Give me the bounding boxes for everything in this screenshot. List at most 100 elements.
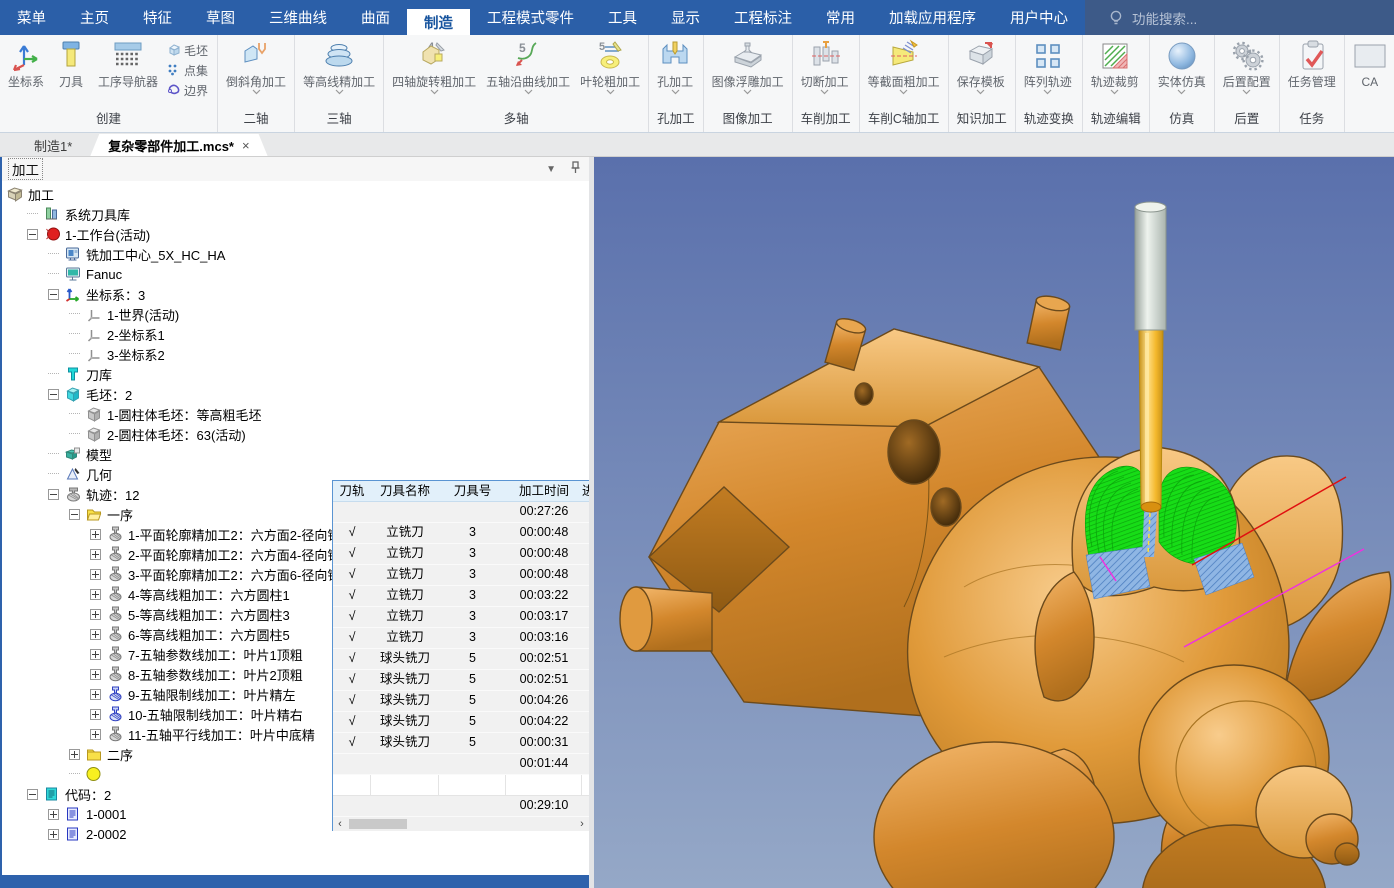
tree-item-3-坐标系2[interactable]: 3-坐标系2 xyxy=(0,344,589,364)
collapse-icon[interactable] xyxy=(48,488,59,500)
ribbon-button-后置配置[interactable]: 后置配置 xyxy=(1218,38,1276,97)
table-row-4[interactable]: √ 立铣刀 3 00:00:48 xyxy=(333,565,589,586)
table-row-1[interactable]: 00:27:26 xyxy=(333,502,589,523)
expand-icon[interactable] xyxy=(90,608,101,620)
menu-item-9[interactable]: 工具 xyxy=(591,0,654,35)
column-header-刀具名称[interactable]: 刀具名称 xyxy=(371,481,439,501)
menu-item-3[interactable]: 特征 xyxy=(126,0,189,35)
chevron-down-icon[interactable] xyxy=(1177,89,1186,96)
document-tab-1[interactable]: 制造1* xyxy=(16,134,90,156)
menu-item-1[interactable]: 菜单 xyxy=(0,0,63,35)
close-icon[interactable]: × xyxy=(242,138,250,153)
ribbon-button-坐标系[interactable]: 坐标系 xyxy=(3,38,49,97)
chevron-down-icon[interactable] xyxy=(252,89,261,96)
menu-item-5[interactable]: 三维曲线 xyxy=(252,0,344,35)
chevron-down-icon[interactable] xyxy=(1242,89,1251,96)
expand-icon[interactable] xyxy=(90,668,101,680)
table-row-5[interactable]: √ 立铣刀 3 00:03:22 xyxy=(333,586,589,607)
tree-item-2-圆柱体毛坯：63(活动)[interactable]: 2-圆柱体毛坯：63(活动) xyxy=(0,424,589,444)
scroll-right-icon[interactable]: › xyxy=(575,817,589,831)
menu-item-11[interactable]: 工程标注 xyxy=(717,0,809,35)
expand-icon[interactable] xyxy=(90,648,101,660)
table-row-2[interactable]: √ 立铣刀 3 00:00:48 xyxy=(333,523,589,544)
chevron-down-icon[interactable] xyxy=(335,89,344,96)
table-row-8[interactable]: √ 球头铣刀 5 00:02:51 xyxy=(333,649,589,670)
collapse-icon[interactable] xyxy=(27,788,38,800)
expand-icon[interactable] xyxy=(48,808,59,820)
function-search[interactable]: 功能搜索... xyxy=(1085,0,1394,35)
table-row-10[interactable]: √ 球头铣刀 5 00:04:26 xyxy=(333,691,589,712)
table-row-15[interactable]: 00:29:10 xyxy=(333,796,589,817)
tree-item-铣加工中心_5X_HC_HA[interactable]: 铣加工中心_5X_HC_HA xyxy=(0,244,589,264)
scroll-left-icon[interactable]: ‹ xyxy=(333,817,347,831)
ribbon-button-四轴旋转粗加工[interactable]: 4四轴旋转粗加工 xyxy=(387,38,481,97)
chevron-down-icon[interactable] xyxy=(671,89,680,96)
tree-item-1-世界(活动)[interactable]: 1-世界(活动) xyxy=(0,304,589,324)
ribbon-button-倒斜角加工[interactable]: 倒斜角加工 xyxy=(221,38,291,97)
expand-icon[interactable] xyxy=(90,728,101,740)
chevron-down-icon[interactable] xyxy=(524,89,533,96)
scrollbar-thumb[interactable] xyxy=(349,819,407,829)
ribbon-button-图像浮雕加工[interactable]: 图像浮雕加工 xyxy=(707,38,789,97)
tree-item-1-圆柱体毛坯：等高粗毛坯[interactable]: 1-圆柱体毛坯：等高粗毛坯 xyxy=(0,404,589,424)
dropdown-arrow-icon[interactable]: ▼ xyxy=(546,164,556,175)
expand-icon[interactable] xyxy=(90,528,101,540)
menu-item-4[interactable]: 草图 xyxy=(189,0,252,35)
table-row-7[interactable]: √ 立铣刀 3 00:03:16 xyxy=(333,628,589,649)
table-row-12[interactable]: √ 球头铣刀 5 00:00:31 xyxy=(333,733,589,754)
table-row-13[interactable]: 00:01:44 xyxy=(333,754,589,775)
chevron-down-icon[interactable] xyxy=(820,89,829,96)
pin-icon[interactable] xyxy=(570,161,581,177)
menu-item-14[interactable]: 用户中心 xyxy=(993,0,1085,35)
menu-item-6[interactable]: 曲面 xyxy=(344,0,407,35)
expand-icon[interactable] xyxy=(90,548,101,560)
expand-icon[interactable] xyxy=(90,708,101,720)
ribbon-small-button-点集[interactable]: 点集 xyxy=(167,62,208,79)
ribbon-button-五轴沿曲线加工[interactable]: 5 五轴沿曲线加工 xyxy=(481,38,575,97)
expand-icon[interactable] xyxy=(48,828,59,840)
ribbon-button-CA[interactable]: CA xyxy=(1348,38,1392,97)
ribbon-button-任务管理[interactable]: 任务管理 xyxy=(1283,38,1341,97)
chevron-down-icon[interactable] xyxy=(976,89,985,96)
ribbon-button-工序导航器[interactable]: 工序导航器 xyxy=(93,38,163,97)
ribbon-button-实体仿真[interactable]: 实体仿真 xyxy=(1153,38,1211,97)
tree-item-刀库[interactable]: 刀库 xyxy=(0,364,589,384)
menu-item-13[interactable]: 加载应用程序 xyxy=(872,0,993,35)
tree-item-1-工作台(活动)[interactable]: 1-工作台(活动) xyxy=(0,224,589,244)
table-row-14[interactable] xyxy=(333,775,589,796)
ribbon-button-叶轮粗加工[interactable]: 5 叶轮粗加工 xyxy=(575,38,645,97)
chevron-down-icon[interactable] xyxy=(1110,89,1119,96)
ribbon-button-轨迹裁剪[interactable]: 轨迹裁剪 xyxy=(1086,38,1144,97)
chevron-down-icon[interactable] xyxy=(1043,89,1052,96)
ribbon-button-等高线精加工[interactable]: 等高线精加工 xyxy=(298,38,380,97)
column-header-刀轨[interactable]: 刀轨 xyxy=(333,481,371,501)
ribbon-button-阵列轨迹[interactable]: 阵列轨迹 xyxy=(1019,38,1077,97)
chevron-down-icon[interactable] xyxy=(743,89,752,96)
ribbon-button-孔加工[interactable]: 孔加工 xyxy=(652,38,698,97)
collapse-icon[interactable] xyxy=(69,508,80,520)
tree-item-系统刀具库[interactable]: 系统刀具库 xyxy=(0,204,589,224)
collapse-icon[interactable] xyxy=(48,288,59,300)
tree-item-Fanuc[interactable]: Fanuc xyxy=(0,264,589,284)
column-header-进[interactable]: 进 xyxy=(582,481,589,501)
panel-splitter[interactable] xyxy=(589,157,594,888)
tree-item-坐标系：3[interactable]: 坐标系：3 xyxy=(0,284,589,304)
ribbon-button-等截面粗加工[interactable]: 等截面粗加工 xyxy=(863,38,945,97)
horizontal-scrollbar[interactable]: ‹ › xyxy=(333,817,589,831)
ribbon-button-保存模板[interactable]: 保存模板 xyxy=(952,38,1010,97)
menu-item-2[interactable]: 主页 xyxy=(63,0,126,35)
menu-item-10[interactable]: 显示 xyxy=(654,0,717,35)
viewport-3d[interactable] xyxy=(594,157,1394,888)
collapse-icon[interactable] xyxy=(27,228,38,240)
tree-item-毛坯：2[interactable]: 毛坯：2 xyxy=(0,384,589,404)
table-row-9[interactable]: √ 球头铣刀 5 00:02:51 xyxy=(333,670,589,691)
menu-item-12[interactable]: 常用 xyxy=(809,0,872,35)
chevron-down-icon[interactable] xyxy=(606,89,615,96)
document-tab-2[interactable]: 复杂零部件加工.mcs* × xyxy=(90,134,267,156)
table-row-3[interactable]: √ 立铣刀 3 00:00:48 xyxy=(333,544,589,565)
chevron-down-icon[interactable] xyxy=(430,89,439,96)
column-header-加工时间[interactable]: 加工时间 xyxy=(506,481,582,501)
column-header-刀具号[interactable]: 刀具号 xyxy=(439,481,506,501)
tree-item-加工[interactable]: 加工 xyxy=(0,184,589,204)
ribbon-small-button-边界[interactable]: 边界 xyxy=(167,82,208,99)
